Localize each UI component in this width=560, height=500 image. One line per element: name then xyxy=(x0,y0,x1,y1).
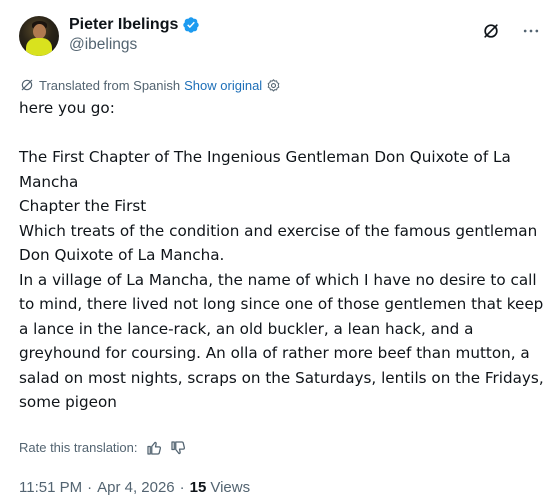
rate-translation: Rate this translation: xyxy=(19,439,544,457)
tweet-text: here you go: The First Chapter of The In… xyxy=(19,96,549,415)
name-row: Pieter Ibelings xyxy=(69,14,200,36)
views-label: Views xyxy=(210,478,251,496)
handle[interactable]: @ibelings xyxy=(69,36,200,54)
tweet: Pieter Ibelings @ibelings Translated fro… xyxy=(0,0,560,500)
gear-icon[interactable] xyxy=(266,78,281,93)
more-horizontal-icon[interactable] xyxy=(520,20,542,42)
header-actions xyxy=(480,20,542,42)
meta-separator: · xyxy=(179,478,185,496)
meta-separator: · xyxy=(87,478,93,496)
views-count: 15 xyxy=(189,478,207,496)
chapter-line: Chapter the First xyxy=(19,197,147,215)
display-name[interactable]: Pieter Ibelings xyxy=(69,16,178,34)
translation-label: Translated from Spanish xyxy=(39,77,181,93)
show-original-link[interactable]: Show original xyxy=(184,78,262,93)
thumbs-down-icon[interactable] xyxy=(169,439,187,457)
tweet-meta: 11:51 PM · Apr 4, 2026 · 15 Views xyxy=(19,479,544,496)
intro-line: here you go: xyxy=(19,99,115,117)
avatar[interactable] xyxy=(19,16,59,56)
author-names: Pieter Ibelings @ibelings xyxy=(69,14,200,54)
title-line: The First Chapter of The Ingenious Gentl… xyxy=(19,148,511,191)
translate-icon xyxy=(19,77,35,93)
subtitle-line: Which treats of the condition and exerci… xyxy=(19,221,538,265)
post-date[interactable]: Apr 4, 2026 xyxy=(97,479,175,496)
rate-label: Rate this translation: xyxy=(19,440,138,455)
translation-notice: Translated from Spanish Show original xyxy=(19,76,544,94)
thumbs-up-icon[interactable] xyxy=(145,439,163,457)
verified-badge-icon[interactable] xyxy=(182,16,200,34)
post-time[interactable]: 11:51 PM xyxy=(19,479,82,496)
paragraph: In a village of La Mancha, the name of w… xyxy=(19,270,544,412)
slashed-circle-icon[interactable] xyxy=(480,20,502,42)
tweet-header: Pieter Ibelings @ibelings xyxy=(19,14,544,62)
